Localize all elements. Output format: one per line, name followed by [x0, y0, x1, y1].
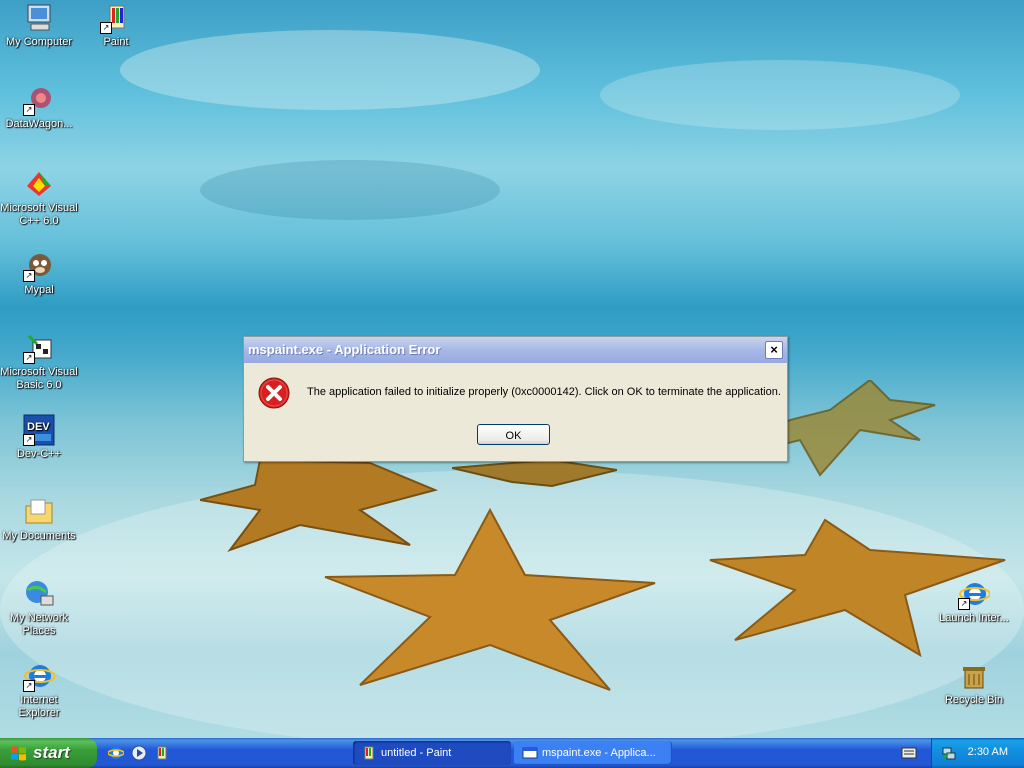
start-label: start	[33, 743, 70, 762]
quicklaunch-paint-icon[interactable]	[154, 745, 170, 761]
desktop-icon-visual-cpp[interactable]: Microsoft Visual C++ 6.0	[0, 168, 78, 228]
desktop-icon-label: Paint	[103, 36, 129, 48]
datawagon-icon: ↗	[23, 84, 55, 116]
desktop-icon-dev-cpp[interactable]: DEV ↗ Dev-C++	[0, 414, 78, 461]
dialog-title: mspaint.exe - Application Error	[248, 342, 441, 357]
desktop-icon-mypal[interactable]: ↗ Mypal	[0, 250, 78, 297]
desktop-icon-visual-basic[interactable]: ↗ Microsoft Visual Basic 6.0	[0, 332, 78, 392]
windows-logo-icon	[11, 746, 26, 761]
error-icon	[258, 377, 290, 409]
taskbar: start untitled - Paint mspaint.exe - App…	[0, 738, 1024, 768]
shortcut-arrow-icon: ↗	[23, 434, 35, 446]
visual-basic-icon: ↗	[23, 332, 55, 364]
network-connection-icon[interactable]	[941, 745, 957, 761]
desktop-icon-datawagon[interactable]: ↗ DataWagon...	[0, 84, 78, 131]
desktop-icon-launch-internet[interactable]: ↗ Launch Inter...	[935, 578, 1013, 625]
desktop-icon-label: My Network Places	[9, 612, 69, 637]
paint-icon	[364, 746, 374, 760]
desktop-icon-label: Internet Explorer	[18, 694, 60, 719]
ok-button[interactable]: OK	[477, 424, 550, 445]
svg-text:DEV: DEV	[27, 421, 50, 433]
task-label: mspaint.exe - Applica...	[542, 747, 656, 759]
desktop-icon-label: My Documents	[2, 530, 76, 542]
desktop-icon-label: My Computer	[5, 36, 73, 48]
system-tray: 2:30 AM	[931, 738, 1024, 768]
starfish-middle	[452, 458, 617, 488]
shortcut-arrow-icon: ↗	[100, 22, 112, 34]
desktop-icon-label: DataWagon...	[5, 118, 73, 130]
desktop-icon-network-places[interactable]: My Network Places	[0, 578, 78, 638]
shortcut-arrow-icon: ↗	[23, 680, 35, 692]
shortcut-arrow-icon: ↗	[23, 352, 35, 364]
close-button[interactable]: ×	[765, 341, 783, 359]
clock[interactable]: 2:30 AM	[968, 746, 1008, 758]
desktop-icon-label: Microsoft Visual C++ 6.0	[0, 202, 78, 227]
visual-cpp-icon	[23, 168, 55, 200]
recycle-bin-icon	[958, 660, 990, 692]
my-computer-icon	[23, 2, 55, 34]
network-places-icon	[23, 578, 55, 610]
desktop-icon-paint[interactable]: ↗ Paint	[77, 2, 155, 49]
internet-explorer-icon: ↗	[23, 660, 56, 692]
desktop-icon-label: Launch Inter...	[939, 612, 1009, 624]
shortcut-arrow-icon: ↗	[23, 104, 35, 116]
error-message: The application failed to initialize pro…	[307, 386, 781, 398]
start-button[interactable]: start	[0, 738, 97, 768]
paint-icon: ↗	[100, 2, 132, 34]
mypal-icon: ↗	[23, 250, 55, 282]
desktop-icon-my-documents[interactable]: My Documents	[0, 496, 78, 543]
application-error-dialog: mspaint.exe - Application Error × The ap…	[243, 336, 788, 462]
desktop-icon-internet-explorer[interactable]: ↗ Internet Explorer	[0, 660, 78, 720]
desktop-icon-my-computer[interactable]: My Computer	[0, 2, 78, 49]
dev-cpp-icon: DEV ↗	[23, 414, 55, 446]
window-icon	[522, 747, 538, 759]
starfish-left	[200, 458, 439, 553]
task-label: untitled - Paint	[381, 747, 452, 759]
desktop-icon-label: Mypal	[24, 284, 54, 296]
keyboard-icon[interactable]	[901, 746, 917, 760]
my-documents-icon	[23, 496, 55, 528]
desktop-icon-label: Dev-C++	[16, 448, 62, 460]
desktop-icon-label: Recycle Bin	[944, 694, 1004, 706]
quicklaunch-media-player-icon[interactable]	[131, 745, 147, 761]
launch-internet-icon: ↗	[958, 578, 991, 610]
dialog-titlebar[interactable]: mspaint.exe - Application Error ×	[244, 337, 787, 363]
task-untitled-paint[interactable]: untitled - Paint	[353, 741, 511, 765]
quicklaunch-ie-icon[interactable]	[108, 745, 124, 761]
task-mspaint-error[interactable]: mspaint.exe - Applica...	[514, 741, 672, 765]
shortcut-arrow-icon: ↗	[23, 270, 35, 282]
desktop-icon-recycle-bin[interactable]: Recycle Bin	[935, 660, 1013, 707]
shortcut-arrow-icon: ↗	[958, 598, 970, 610]
desktop-icon-label: Microsoft Visual Basic 6.0	[0, 366, 78, 391]
